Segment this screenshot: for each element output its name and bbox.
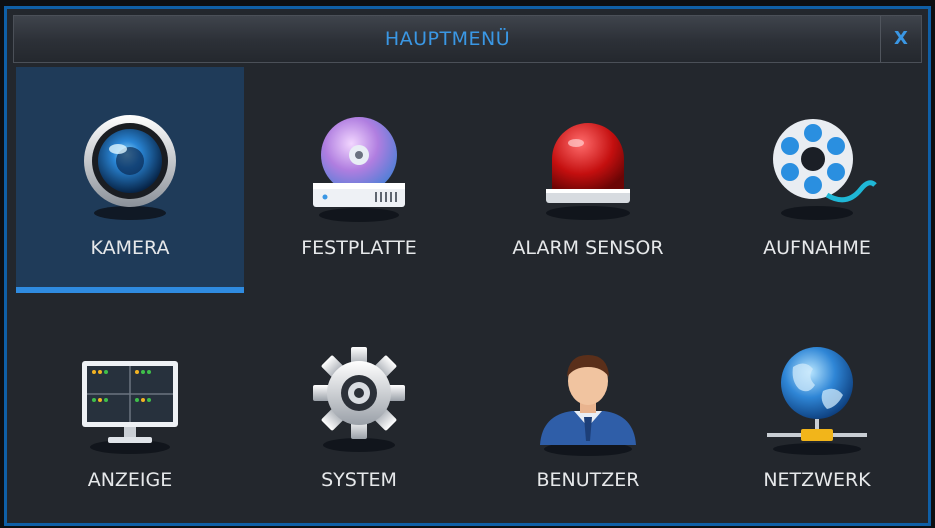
alarm-light-icon — [528, 109, 648, 229]
close-button[interactable]: X — [880, 16, 921, 62]
menu-item-kamera[interactable]: KAMERA — [16, 67, 244, 293]
menu-item-anzeige[interactable]: ANZEIGE — [16, 299, 244, 525]
menu-item-aufnahme[interactable]: AUFNAHME — [703, 67, 931, 293]
menu-item-label: ANZEIGE — [87, 469, 173, 491]
title-bar: HAUPTMENÜ X — [13, 15, 922, 63]
menu-item-system[interactable]: SYSTEM — [245, 299, 473, 525]
menu-item-benutzer[interactable]: BENUTZER — [474, 299, 702, 525]
menu-item-label: AUFNAHME — [763, 237, 871, 259]
selection-indicator — [16, 287, 244, 293]
menu-item-festplatte[interactable]: FESTPLATTE — [245, 67, 473, 293]
menu-item-label: SYSTEM — [321, 469, 397, 491]
menu-item-netzwerk[interactable]: NETZWERK — [703, 299, 931, 525]
window-title: HAUPTMENÜ — [384, 28, 511, 50]
menu-item-label: NETZWERK — [763, 469, 871, 491]
user-icon — [528, 341, 648, 461]
film-reel-icon — [757, 109, 877, 229]
gear-icon — [299, 341, 419, 461]
menu-item-label: KAMERA — [90, 237, 170, 259]
globe-network-icon — [757, 341, 877, 461]
menu-item-label: ALARM SENSOR — [512, 237, 664, 259]
monitor-icon — [70, 341, 190, 461]
camera-icon — [70, 109, 190, 229]
hard-disk-icon — [299, 109, 419, 229]
menu-item-label: FESTPLATTE — [301, 237, 417, 259]
menu-item-alarm-sensor[interactable]: ALARM SENSOR — [474, 67, 702, 293]
menu-item-label: BENUTZER — [536, 469, 640, 491]
main-menu-window: HAUPTMENÜ X KAMERA FESTPLATTE ALARM SENS… — [4, 6, 931, 526]
